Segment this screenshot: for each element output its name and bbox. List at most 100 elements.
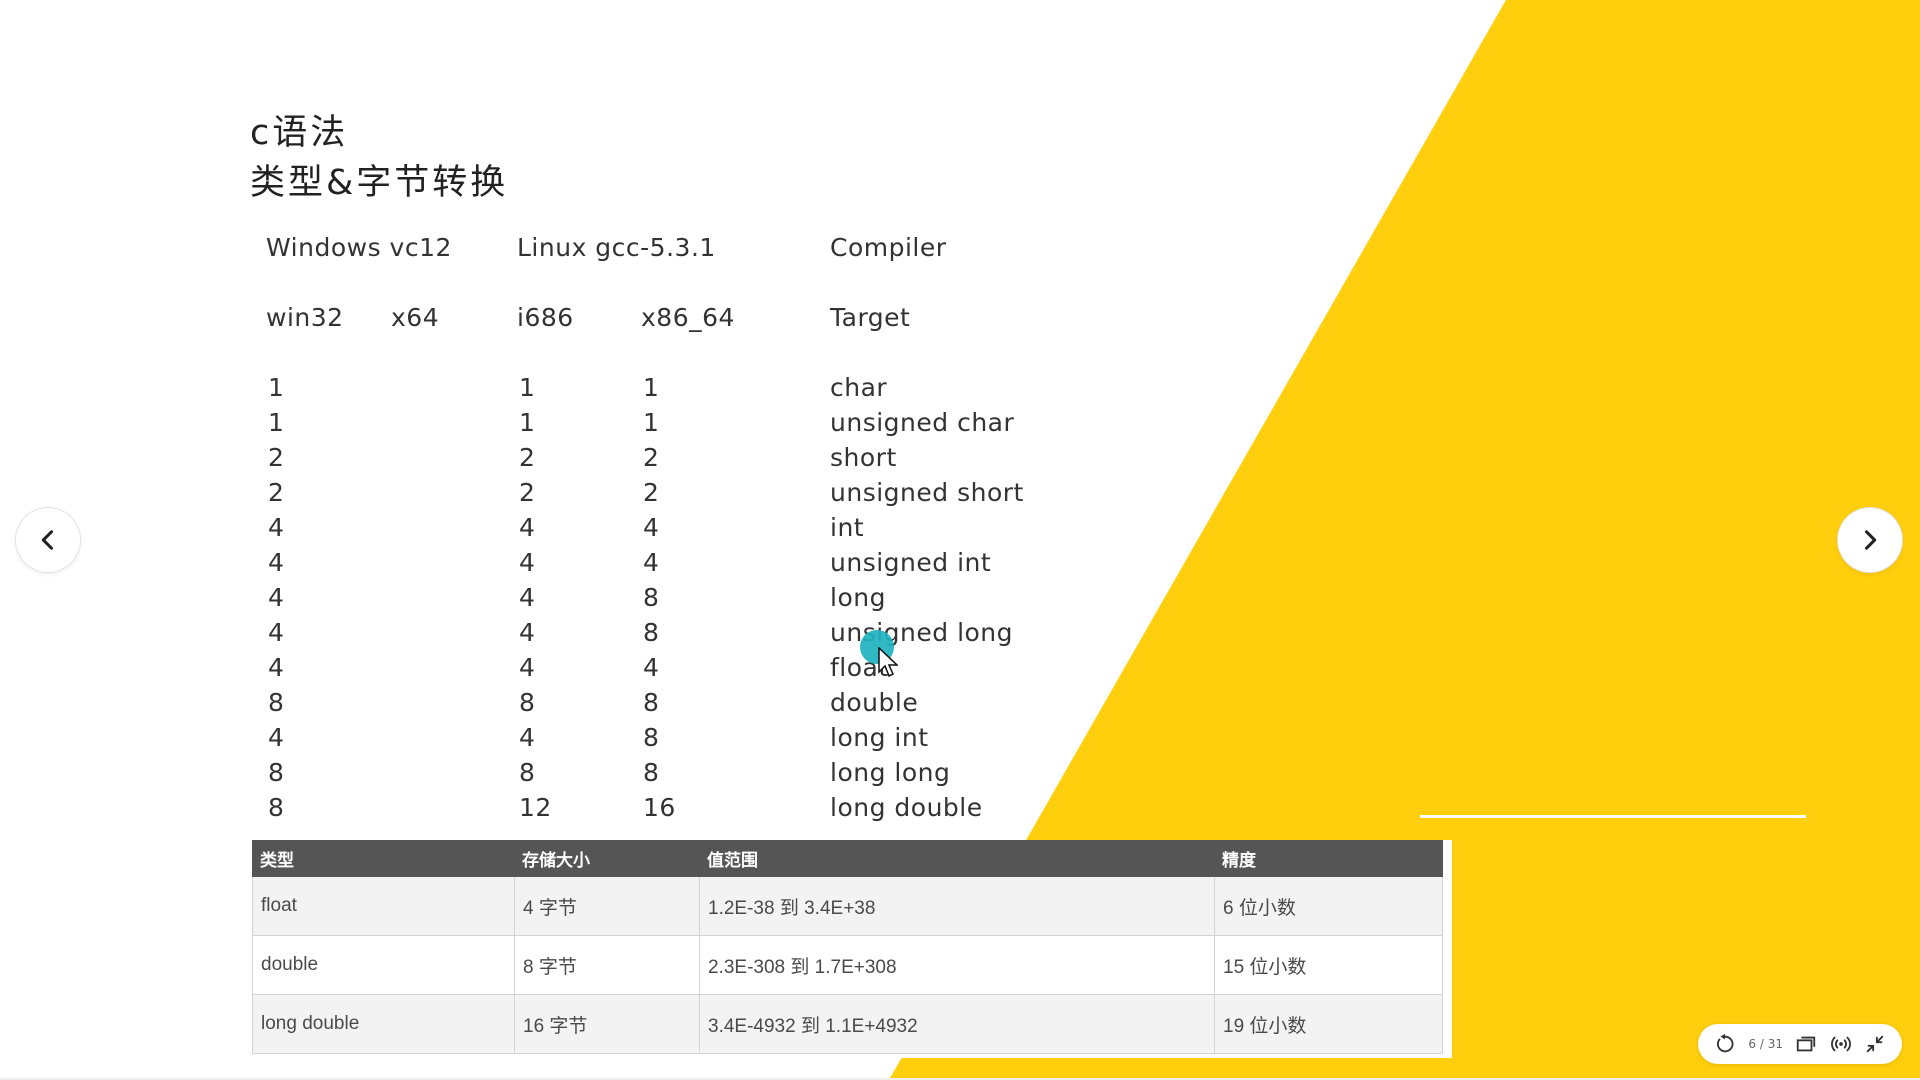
type-name: int	[830, 513, 865, 542]
table-header-type: 类型	[252, 840, 515, 877]
type-name: long int	[830, 723, 929, 752]
slide-title-line-2: 类型&字节转换	[250, 163, 509, 203]
slide-title: c语法 类型&字节转换	[250, 108, 508, 208]
table-cell-type: float	[252, 876, 515, 936]
type-size-grid: Windows vc12 Linux gcc-5.3.1 Compiler wi…	[266, 230, 1266, 830]
table-row: double 8 字节 2.3E-308 到 1.7E+308 15 位小数	[252, 935, 1443, 995]
presentation-slide: c语法 类型&字节转换 Windows vc12 Linux gcc-5.3.1…	[0, 0, 1920, 1080]
size-win32: 4	[268, 618, 285, 647]
table-cell-precision: 15 位小数	[1214, 935, 1443, 995]
table-cell-size: 8 字节	[514, 935, 700, 995]
size-x86_64: 4	[643, 548, 660, 577]
previous-slide-button[interactable]	[16, 508, 80, 572]
table-cell-range: 3.4E-4932 到 1.1E+4932	[699, 994, 1215, 1054]
compiler-header-windows: Windows vc12	[266, 233, 452, 262]
size-row: 2 2 2 short	[266, 440, 1166, 475]
table-header-precision: 精度	[1214, 840, 1443, 877]
table-header-size: 存储大小	[514, 840, 700, 877]
size-row: 8 8 8 double	[266, 685, 1166, 720]
table-row: float 4 字节 1.2E-38 到 3.4E+38 6 位小数	[252, 876, 1443, 936]
type-name: long long	[830, 758, 951, 787]
type-name: long double	[830, 793, 983, 822]
replay-icon	[1717, 1033, 1734, 1053]
broadcast-button[interactable]	[1830, 1033, 1852, 1055]
type-name: float	[830, 653, 889, 682]
exit-fullscreen-button[interactable]	[1864, 1033, 1886, 1055]
target-header-x64: x64	[391, 303, 440, 332]
size-x86_64: 4	[643, 513, 660, 542]
size-i686: 2	[519, 443, 536, 472]
size-i686: 8	[519, 758, 536, 787]
size-win32: 2	[268, 443, 285, 472]
size-row: 4 4 4 unsigned int	[266, 545, 1166, 580]
size-i686: 2	[519, 478, 536, 507]
size-row: 2 2 2 unsigned short	[266, 475, 1166, 510]
size-i686: 1	[519, 408, 536, 437]
size-row: 4 4 8 long	[266, 580, 1166, 615]
type-name: long	[830, 583, 886, 612]
table-cell-range: 2.3E-308 到 1.7E+308	[699, 935, 1215, 995]
float-range-table-container: 类型 存储大小 值范围 精度 float 4 字节 1.2E-38 到 3.4E…	[252, 840, 1452, 1058]
size-row: 4 4 8 unsigned long	[266, 615, 1166, 650]
size-win32: 8	[268, 793, 285, 822]
size-i686: 4	[519, 513, 536, 542]
decorative-white-line	[1420, 815, 1806, 818]
next-slide-button[interactable]	[1838, 508, 1902, 572]
table-header-range: 值范围	[699, 840, 1215, 877]
table-cell-range: 1.2E-38 到 3.4E+38	[699, 876, 1215, 936]
size-win32: 8	[268, 688, 285, 717]
size-x86_64: 8	[643, 618, 660, 647]
type-name: unsigned char	[830, 408, 1015, 437]
target-header-row: win32 x64 i686 x86_64 Target	[266, 300, 1166, 340]
size-i686: 4	[519, 653, 536, 682]
replay-button[interactable]	[1714, 1033, 1736, 1055]
size-x86_64: 2	[643, 478, 660, 507]
table-cell-precision: 6 位小数	[1214, 876, 1443, 936]
size-win32: 4	[268, 583, 285, 612]
size-i686: 8	[519, 688, 536, 717]
size-x86_64: 8	[643, 758, 660, 787]
compiler-header-label: Compiler	[830, 233, 947, 262]
type-name: unsigned short	[830, 478, 1024, 507]
type-name: char	[830, 373, 888, 402]
window-icon	[1797, 1036, 1816, 1052]
presentation-toolbar: 6 / 31	[1698, 1024, 1902, 1064]
target-header-win32: win32	[266, 303, 344, 332]
window-mode-button[interactable]	[1795, 1033, 1817, 1055]
size-x86_64: 4	[643, 653, 660, 682]
size-win32: 4	[268, 653, 285, 682]
size-i686: 4	[519, 583, 536, 612]
table-cell-type: long double	[252, 994, 515, 1054]
slide-title-line-1: c语法	[250, 113, 349, 153]
size-win32: 8	[268, 758, 285, 787]
size-i686: 4	[519, 548, 536, 577]
size-x86_64: 1	[643, 408, 660, 437]
size-x86_64: 8	[643, 583, 660, 612]
exit-fullscreen-icon	[1866, 1035, 1884, 1053]
table-cell-size: 4 字节	[514, 876, 700, 936]
table-cell-precision: 19 位小数	[1214, 994, 1443, 1054]
table-cell-size: 16 字节	[514, 994, 700, 1054]
target-header-i686: i686	[517, 303, 574, 332]
target-header-x86_64: x86_64	[641, 303, 735, 332]
size-row: 4 4 4 float	[266, 650, 1166, 685]
size-i686: 1	[519, 373, 536, 402]
size-win32: 4	[268, 548, 285, 577]
page-counter: 6 / 31	[1748, 1037, 1783, 1051]
chevron-right-icon	[1864, 530, 1877, 550]
size-row: 1 1 1 unsigned char	[266, 405, 1166, 440]
size-x86_64: 8	[643, 688, 660, 717]
table-row: long double 16 字节 3.4E-4932 到 1.1E+4932 …	[252, 994, 1443, 1054]
size-row: 8 8 8 long long	[266, 755, 1166, 790]
size-win32: 1	[268, 408, 285, 437]
size-i686: 4	[519, 618, 536, 647]
table-cell-type: double	[252, 935, 515, 995]
size-win32: 2	[268, 478, 285, 507]
type-name: unsigned long	[830, 618, 1014, 647]
type-name: short	[830, 443, 897, 472]
size-i686: 12	[519, 793, 552, 822]
table-header-row: 类型 存储大小 值范围 精度	[252, 840, 1443, 877]
float-range-table: 类型 存储大小 值范围 精度 float 4 字节 1.2E-38 到 3.4E…	[252, 840, 1443, 1054]
size-x86_64: 1	[643, 373, 660, 402]
size-row: 8 12 16 long double	[266, 790, 1166, 825]
